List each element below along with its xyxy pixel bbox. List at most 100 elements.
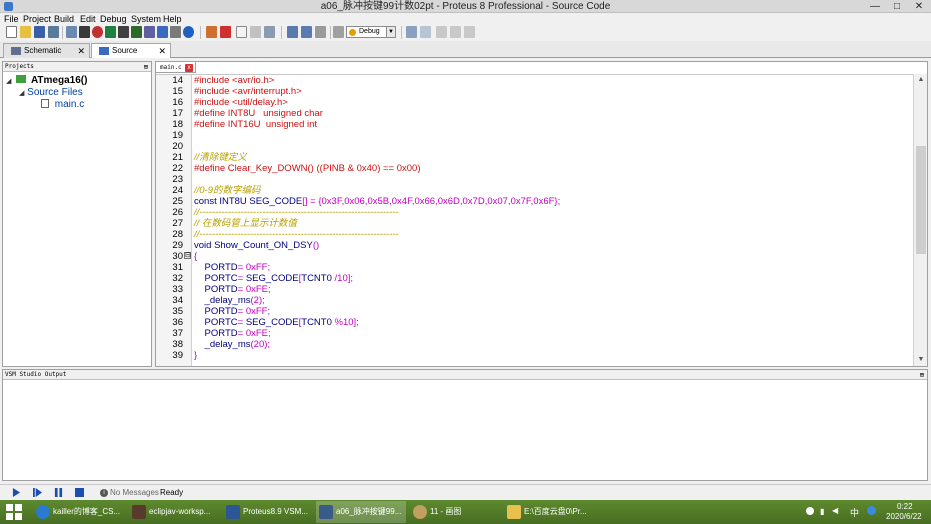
fold-toggle-icon[interactable]: ⊟ (184, 252, 191, 259)
new-source-icon[interactable] (236, 26, 247, 38)
pause-icon[interactable] (54, 488, 63, 497)
close-icon[interactable]: ✕ (158, 44, 166, 58)
code-line[interactable]: 15 #include <avr/interrupt.h> (156, 86, 913, 97)
build-config-select[interactable]: Debug ▼ (346, 26, 396, 38)
taskbar-item-paint[interactable]: 11 - 画图 (410, 501, 496, 523)
code-line[interactable]: 14 #include <avr/io.h> (156, 75, 913, 86)
scroll-up-icon[interactable]: ▲ (914, 74, 928, 86)
bom-icon[interactable] (144, 26, 155, 38)
clean-icon[interactable] (315, 26, 326, 38)
network-icon[interactable]: ▮ (820, 507, 824, 516)
close-icon[interactable]: ✕ (77, 44, 85, 58)
redo-icon[interactable] (420, 26, 431, 38)
new-file-icon[interactable] (6, 26, 17, 38)
code-line[interactable]: 39} (156, 350, 913, 361)
code-line[interactable]: 26 //------------------------------------… (156, 207, 913, 218)
code-line[interactable]: 17 #define INT8U unsigned char (156, 108, 913, 119)
build-icon[interactable] (287, 26, 298, 38)
code-line[interactable]: 32 PORTC= SEG_CODE[TCNT0 /10]; (156, 273, 913, 284)
rebuild-icon[interactable] (301, 26, 312, 38)
menu-system[interactable]: System (131, 13, 161, 25)
code-line[interactable]: 36 PORTC= SEG_CODE[TCNT0 %10]; (156, 317, 913, 328)
menu-project[interactable]: Project (23, 13, 51, 25)
undo-icon[interactable] (406, 26, 417, 38)
save-icon[interactable] (34, 26, 45, 38)
menu-file[interactable]: File (4, 13, 19, 25)
ime-indicator[interactable]: 中 (850, 506, 859, 519)
menu-help[interactable]: Help (163, 13, 182, 25)
step-icon[interactable] (33, 488, 42, 497)
code-line[interactable]: 18 #define INT16U unsigned int (156, 119, 913, 130)
tab-schematic-capture[interactable]: Schematic Capture ✕ (3, 43, 90, 69)
windows-start-icon[interactable] (6, 504, 22, 520)
chevron-down-icon[interactable]: ▼ (386, 27, 395, 37)
home-icon[interactable] (66, 26, 77, 38)
maximize-button[interactable]: □ (886, 0, 908, 13)
code-line[interactable]: 27 // 在数码管上显示计数值 (156, 218, 913, 229)
stop-icon[interactable] (92, 26, 103, 38)
source-code-icon[interactable] (157, 26, 168, 38)
code-line[interactable]: 33 PORTD= 0xFE; (156, 284, 913, 295)
code-line[interactable]: 20 (156, 141, 913, 152)
volume-icon[interactable]: ◀ (832, 506, 838, 515)
code-line[interactable]: 37 PORTD= 0xFE; (156, 328, 913, 339)
tree-file[interactable]: main.c (41, 99, 84, 111)
notes-icon[interactable] (170, 26, 181, 38)
import-icon[interactable] (264, 26, 275, 38)
3d-view-icon[interactable] (118, 26, 129, 38)
code-line[interactable]: 29 void Show_Count_ON_DSY() (156, 240, 913, 251)
schematic-icon[interactable] (79, 26, 90, 38)
gerber-icon[interactable] (131, 26, 142, 38)
code-line[interactable]: 34 _delay_ms(2); (156, 295, 913, 306)
vertical-scrollbar[interactable]: ▲ ▼ (913, 74, 927, 366)
shield-icon[interactable] (806, 507, 814, 515)
delete-icon[interactable] (220, 26, 231, 38)
taskbar-item-explorer[interactable]: E:\百度云盘0\Pr... (504, 501, 592, 523)
code-area[interactable]: 14 #include <avr/io.h> 15 #include <avr/int… (156, 74, 913, 366)
open-folder-icon[interactable] (20, 26, 31, 38)
code-line[interactable]: 24 //0-9的数字编码 (156, 185, 913, 196)
clock-date[interactable]: 2020/6/22 (886, 512, 922, 521)
add-source-icon[interactable] (250, 26, 261, 38)
refresh-icon[interactable] (206, 26, 217, 38)
menu-build[interactable]: Build (54, 13, 74, 25)
clock-time[interactable]: 0:22 (897, 502, 913, 511)
scrollbar-thumb[interactable] (916, 146, 926, 254)
save-all-icon[interactable] (48, 26, 59, 38)
code-line[interactable]: 16 #include <util/delay.h> (156, 97, 913, 108)
expand-icon[interactable]: ◢ (19, 90, 24, 97)
code-line[interactable]: 19 (156, 130, 913, 141)
pin-icon[interactable]: ⊞ (920, 370, 924, 380)
code-line[interactable]: 35 PORTD= 0xFF; (156, 306, 913, 317)
taskbar-item-eclipse[interactable]: eclipjav-worksp... (129, 501, 215, 523)
code-line[interactable]: 38 _delay_ms(20); (156, 339, 913, 350)
taskbar-item-proteus[interactable]: a06_脉冲按键99... (316, 501, 406, 523)
code-line[interactable]: 25 const INT8U SEG_CODE[] = {0x3F,0x06,0x… (156, 196, 913, 207)
cloud-icon[interactable] (867, 506, 876, 515)
close-button[interactable]: ✕ (908, 0, 930, 13)
code-line[interactable]: 23 (156, 174, 913, 185)
tab-source-code[interactable]: Source Code ✕ (91, 43, 171, 69)
pin-icon[interactable]: ⊞ (144, 62, 148, 72)
copy-icon[interactable] (450, 26, 461, 38)
code-line[interactable]: 22 #define Clear_Key_DOWN() ((PINB & 0x40… (156, 163, 913, 174)
cut-icon[interactable] (436, 26, 447, 38)
stop-icon[interactable] (75, 488, 84, 497)
expand-icon[interactable]: ◢ (6, 78, 11, 85)
code-line[interactable]: 21 //清除键定义 (156, 152, 913, 163)
pcb-icon[interactable] (105, 26, 116, 38)
taskbar-item-word[interactable]: Proteus8.9 VSM... (223, 501, 309, 523)
code-line[interactable]: 31 PORTD= 0xFF; (156, 262, 913, 273)
menu-debug[interactable]: Debug (100, 13, 127, 25)
close-icon[interactable]: x (185, 64, 193, 72)
messages-indicator[interactable]: i No Messages (100, 487, 159, 499)
code-line[interactable]: 28 //------------------------------------… (156, 229, 913, 240)
minimize-button[interactable]: — (864, 0, 886, 13)
code-line[interactable]: 30 ⊟{ (156, 251, 913, 262)
project-settings-icon[interactable] (333, 26, 344, 38)
paste-icon[interactable] (464, 26, 475, 38)
play-icon[interactable] (12, 488, 21, 497)
help-icon[interactable] (183, 26, 194, 38)
scroll-down-icon[interactable]: ▼ (914, 354, 928, 366)
menu-edit[interactable]: Edit (80, 13, 96, 25)
